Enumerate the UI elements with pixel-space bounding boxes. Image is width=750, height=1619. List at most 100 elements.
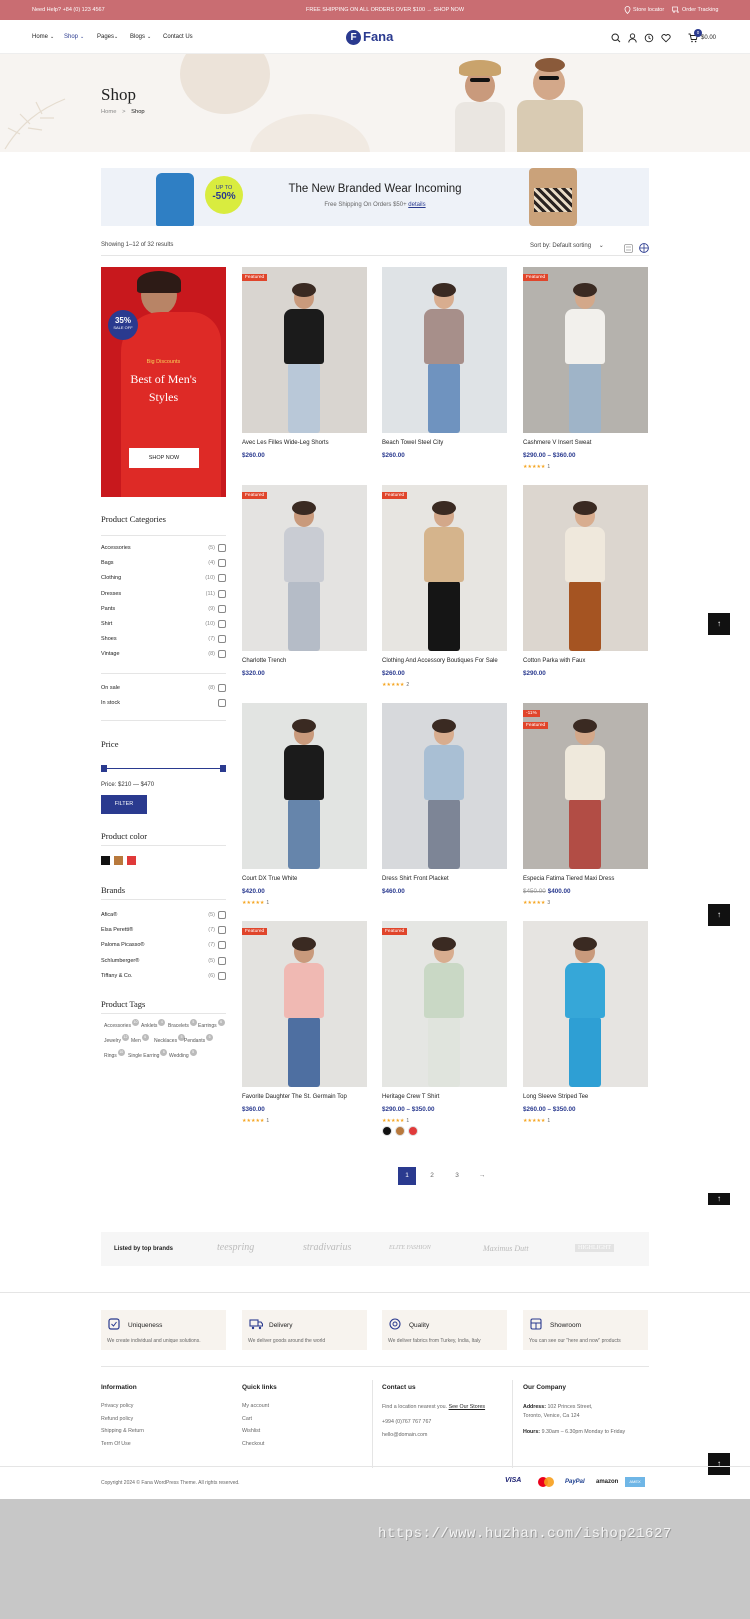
category-filter-item[interactable]: Shirt (10) [101,620,226,629]
sort-dropdown[interactable]: Sort by: Default sorting ⌄ [530,242,604,249]
color-swatch[interactable] [101,856,110,865]
product-image[interactable] [523,485,648,651]
footer-link[interactable]: Shipping & Return [101,1428,144,1441]
back-to-top-button[interactable]: ↑ [708,613,730,635]
tag-link[interactable]: Wedding 5 [169,1049,197,1059]
product-image[interactable] [382,703,507,869]
brand-filter-item[interactable]: Elsa Peretti® (7) [101,926,226,935]
product-color-swatch[interactable] [395,1126,405,1136]
tag-link[interactable]: Anklets 4 [141,1019,166,1029]
checkbox[interactable] [218,926,226,935]
brand-filter-item[interactable]: Schlumberger® (5) [101,956,226,966]
product-image[interactable] [242,921,367,1087]
brand-filter-item[interactable]: Afica® (5) [101,911,226,920]
promo-card[interactable]: 35% SALE OFF Big Discounts Best of Men's… [101,267,226,497]
contact-email[interactable]: hello@domain.com [382,1432,492,1445]
order-tracking-link[interactable]: Order Tracking [682,7,718,13]
product-card[interactable]: Dress Shirt Front Placket $460.00 [382,703,507,913]
product-card[interactable]: Featured Charlotte Trench $320.00 [242,485,367,695]
product-image[interactable] [523,921,648,1087]
history-icon[interactable] [644,33,654,45]
price-slider-min-handle[interactable] [101,765,107,772]
category-filter-item[interactable]: Vintage (8) [101,650,226,659]
checkbox[interactable] [218,604,226,613]
banner-details-link[interactable]: details [408,202,425,208]
color-swatch[interactable] [127,856,136,865]
checkbox[interactable] [218,941,226,950]
tag-link[interactable]: Rings 10 [104,1049,125,1059]
price-slider-max-handle[interactable] [220,765,226,772]
brand-filter-item[interactable]: Tiffany & Co. (6) [101,971,226,981]
help-phone[interactable]: Need Help? +84 (0) 123 4567 [32,7,105,13]
page-2-button[interactable]: 2 [423,1167,441,1185]
brand-logo[interactable]: stradivarius [303,1242,351,1253]
checkbox[interactable] [218,911,226,919]
back-to-top-button[interactable]: ↑ [708,1453,730,1475]
color-swatch[interactable] [114,856,123,865]
contact-phone[interactable]: +994 (0)767 767 767 [382,1419,492,1432]
checkbox[interactable] [218,589,226,598]
availability-filter-item[interactable]: On sale (8) [101,684,226,693]
heart-icon[interactable] [661,33,671,45]
brand-logo[interactable]: ELITE FASHION [389,1245,431,1251]
category-filter-item[interactable]: Clothing (10) [101,574,226,583]
footer-link[interactable]: Checkout [242,1441,277,1454]
footer-link[interactable]: Cart [242,1416,277,1429]
price-slider-track[interactable] [101,768,226,769]
product-card[interactable]: -11% Featured Especia Fatima Tiered Maxi D… [523,703,648,913]
availability-filter-item[interactable]: In stock [101,699,226,708]
product-card[interactable]: Featured Cashmere V Insert Sweat $290.00 –… [523,267,648,477]
footer-link[interactable]: Refund policy [101,1416,144,1429]
product-name[interactable]: Clothing And Accessory Boutiques For Sal… [382,658,498,664]
tag-link[interactable]: Men 6 [131,1034,149,1044]
product-card[interactable]: Long Sleeve Striped Tee $260.00 – $350.00… [523,921,648,1131]
brand-logo[interactable]: teespring [217,1242,254,1253]
product-image[interactable] [523,267,648,433]
product-card[interactable]: Featured Avec Les Filles Wide-Leg Shorts $… [242,267,367,477]
nav-blogs[interactable]: Blogs [130,34,145,40]
footer-link[interactable]: Term Of Use [101,1441,144,1454]
checkbox[interactable] [218,544,226,552]
tag-link[interactable]: Jewelry 12 [104,1034,129,1044]
store-locator-link[interactable]: Store locator [633,7,664,13]
tag-link[interactable]: Pendants 6 [184,1034,214,1044]
tag-link[interactable]: Accessories 10 [104,1019,139,1029]
nav-contact[interactable]: Contact Us [163,34,193,40]
see-stores-link[interactable]: See Our Stores [449,1404,486,1410]
checkbox[interactable] [218,650,226,659]
footer-link[interactable]: My account [242,1403,277,1416]
product-name[interactable]: Long Sleeve Striped Tee [523,1094,588,1100]
category-filter-item[interactable]: Shoes (7) [101,635,226,644]
product-card[interactable]: Featured Heritage Crew T Shirt $290.00 – $… [382,921,507,1131]
brand-logo[interactable]: HIGHLIGHT [575,1244,614,1252]
product-card[interactable]: Featured Favorite Daughter The St. Germai… [242,921,367,1131]
brand-logo[interactable]: Maximus Dutt [483,1244,529,1253]
product-image[interactable] [242,485,367,651]
checkbox[interactable] [218,635,226,644]
checkbox[interactable] [218,684,226,692]
checkbox[interactable] [218,971,226,980]
checkbox[interactable] [218,620,226,628]
product-color-swatch[interactable] [382,1126,392,1136]
product-name[interactable]: Dress Shirt Front Placket [382,876,449,882]
back-to-top-button[interactable]: ↑ [708,904,730,926]
product-name[interactable]: Favorite Daughter The St. Germain Top [242,1094,347,1100]
product-name[interactable]: Cotton Parka with Faux [523,658,585,664]
product-name[interactable]: Heritage Crew T Shirt [382,1094,439,1100]
checkbox[interactable] [218,574,226,583]
nav-pages[interactable]: Pages [97,34,114,40]
promo-banner[interactable]: UP TO -50% The New Branded Wear Incoming… [101,168,649,226]
nav-shop[interactable]: Shop [64,34,78,40]
product-card[interactable]: Cotton Parka with Faux $290.00 [523,485,648,695]
shop-now-button[interactable]: SHOP NOW [129,448,199,468]
checkbox[interactable] [218,699,226,707]
site-logo[interactable]: F Fana [346,29,393,46]
tag-link[interactable]: Single Earring 6 [128,1049,168,1059]
product-image[interactable] [382,921,507,1087]
product-name[interactable]: Cashmere V Insert Sweat [523,440,591,446]
next-page-button[interactable]: → [473,1167,491,1185]
product-name[interactable]: Especia Fatima Tiered Maxi Dress [523,876,614,882]
brand-filter-item[interactable]: Paloma Picasso® (7) [101,941,226,950]
product-card[interactable]: Court DX True White $420.00 ★★★★★ 1 [242,703,367,913]
page-1-button[interactable]: 1 [398,1167,416,1185]
